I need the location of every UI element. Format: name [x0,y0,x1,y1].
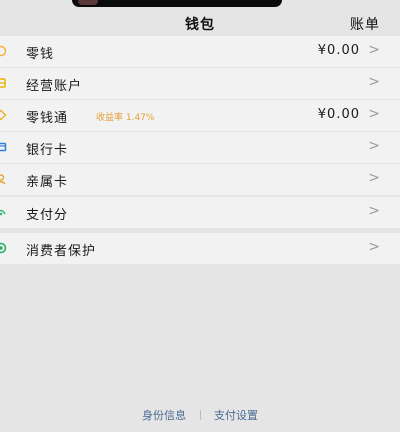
wallet-screen: 钱包 账单 零钱 ¥0.00 > 经营账户 > 零钱通 收益率 1.47% ¥0… [0,0,400,432]
row-label: 消费者保护 [26,244,97,259]
row-label: 经营账户 [26,79,83,94]
footer-divider [199,410,201,420]
row-label: 零钱 [26,47,55,62]
row-payment-score[interactable]: 支付分 > [0,197,400,228]
row-business-account[interactable]: 经营账户 > [0,68,400,100]
row-family-card[interactable]: 亲属卡 > [0,164,400,195]
shield-icon [0,242,7,254]
payment-settings-link[interactable]: 支付设置 [214,407,258,423]
payment-score-group: 支付分 > [0,197,400,228]
row-consumer-protection[interactable]: 消费者保护 > [0,233,400,264]
chevron-right-icon: > [368,138,380,154]
score-icon [0,209,6,216]
chevron-right-icon: > [368,106,380,122]
bill-button[interactable]: 账单 [350,14,380,34]
nav-header: 钱包 账单 [0,8,400,36]
row-bank-card[interactable]: 银行卡 > [0,132,400,164]
wallet-main-group: 零钱 ¥0.00 > 经营账户 > 零钱通 收益率 1.47% ¥0.00 > [0,36,400,195]
row-label: 亲属卡 [26,175,69,190]
card-icon [0,142,7,152]
row-lingqiantong[interactable]: 零钱通 收益率 1.47% ¥0.00 > [0,100,400,132]
diamond-icon [0,109,7,121]
phone-notch [72,0,282,7]
row-label: 银行卡 [26,143,69,158]
row-value: ¥0.00 [317,43,360,58]
chevron-right-icon: > [368,42,380,58]
identity-info-link[interactable]: 身份信息 [142,407,186,423]
chevron-right-icon: > [368,239,380,255]
chevron-right-icon: > [368,170,380,186]
coin-icon [0,45,7,57]
family-card-icon [0,174,6,185]
row-value: ¥0.00 [317,107,360,122]
store-icon [0,78,6,88]
chevron-right-icon: > [368,203,380,219]
row-change[interactable]: 零钱 ¥0.00 > [0,36,400,68]
row-label: 零钱通 [26,111,69,126]
row-label: 支付分 [26,208,69,223]
yield-rate-text: 收益率 1.47% [96,113,155,123]
consumer-protection-group: 消费者保护 > [0,233,400,264]
footer-links: 身份信息 支付设置 [0,407,400,423]
camera-thumbnail [78,0,98,5]
chevron-right-icon: > [368,74,380,90]
page-title: 钱包 [185,17,215,33]
